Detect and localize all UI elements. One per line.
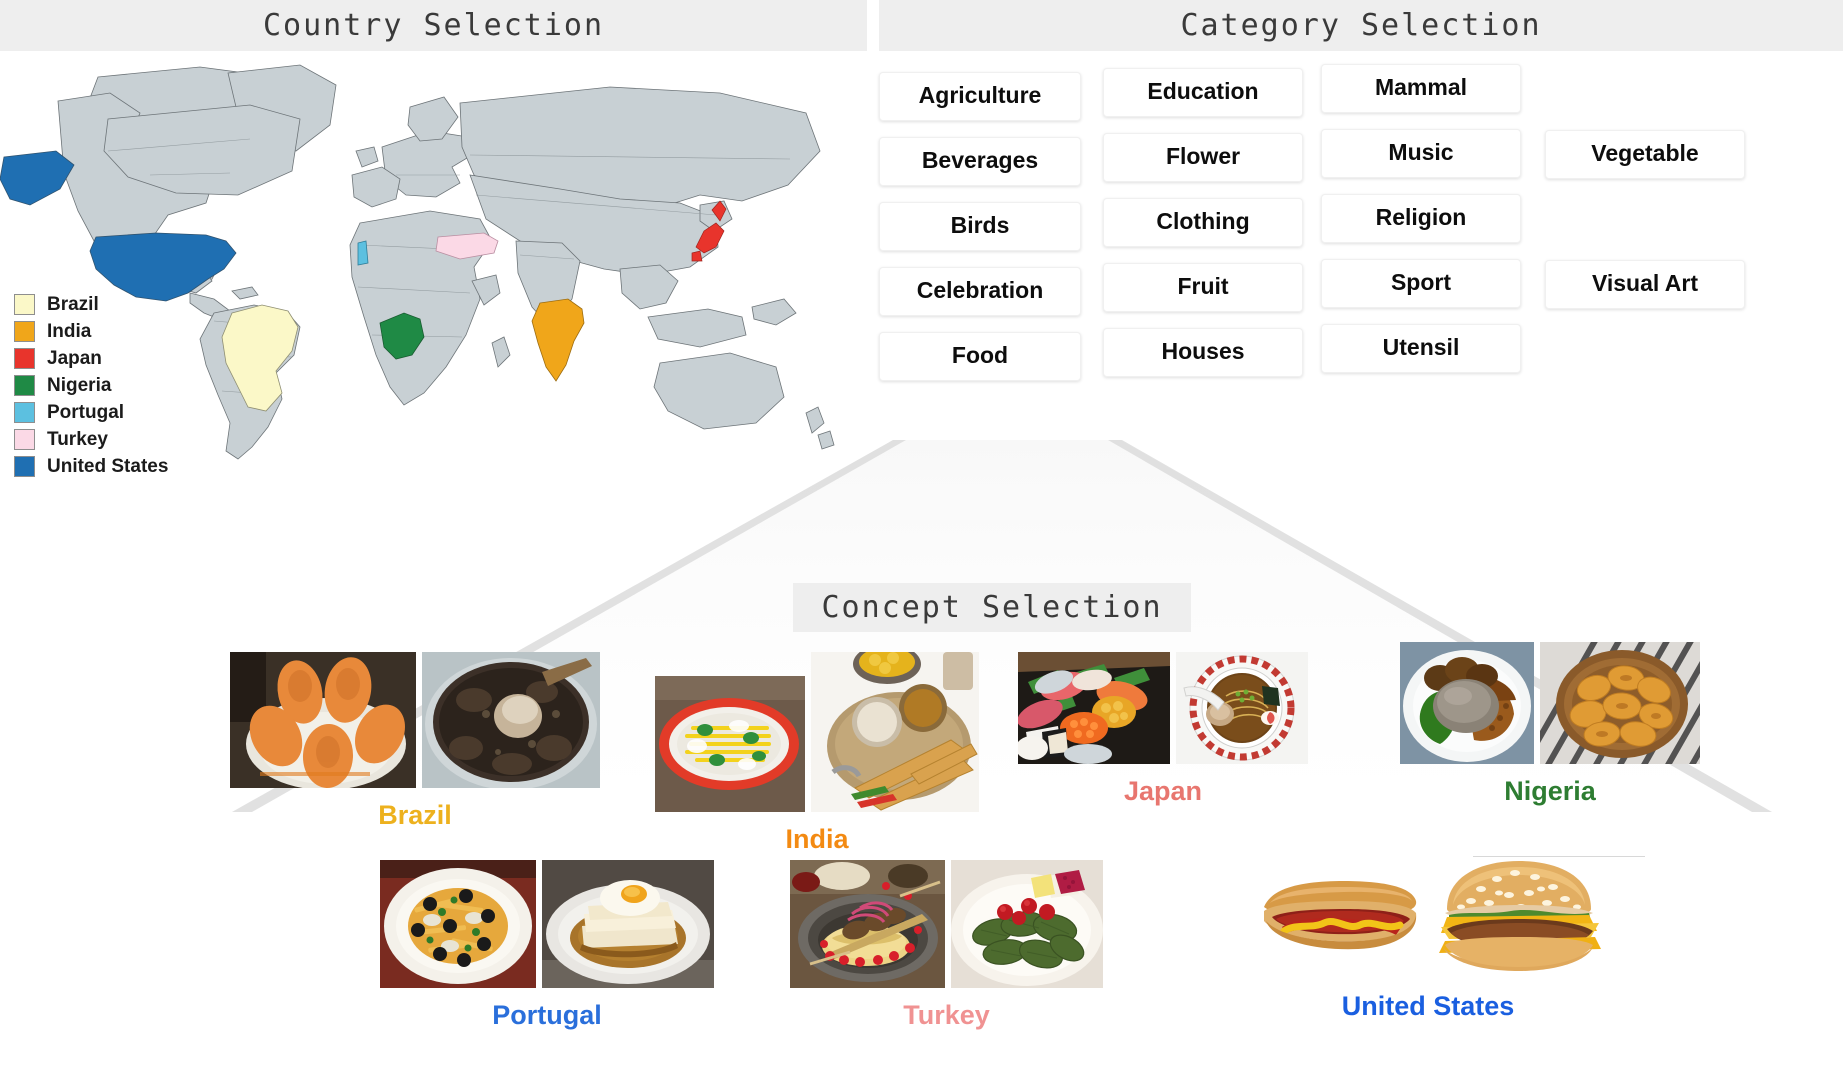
concept-image-feijoada-black-bean-stew[interactable]: [422, 652, 600, 788]
concept-label-india: India: [785, 824, 849, 854]
united-states-divider: [1473, 856, 1645, 857]
concept-group-portugal[interactable]: Portugal: [380, 860, 714, 1031]
legend-label-portugal: Portugal: [47, 401, 125, 423]
concept-image-dosa-with-chutney-sambar[interactable]: [811, 652, 979, 812]
legend-swatch-portugal: [14, 402, 35, 423]
legend-label-india: India: [47, 320, 92, 342]
concept-selection-panel[interactable]: Brazil India Japan Nigeria Portugal Turk…: [0, 630, 1843, 1088]
legend-label-united-states: United States: [47, 455, 169, 477]
concept-image-chaat-dahi-puri[interactable]: [655, 676, 805, 812]
concept-images-brazil: [230, 652, 600, 788]
concept-image-dolma-stuffed-grape-leaves[interactable]: [951, 860, 1103, 988]
legend-label-japan: Japan: [47, 347, 102, 369]
concept-selection-title: Concept Selection: [793, 583, 1191, 632]
concept-label-united-states: United States: [1341, 991, 1515, 1021]
legend-item-japan[interactable]: Japan: [14, 345, 168, 372]
concept-image-amala-ewedu-stew[interactable]: [1400, 642, 1534, 764]
legend-label-brazil: Brazil: [47, 293, 99, 315]
concept-group-united-states[interactable]: United States: [1250, 855, 1606, 1022]
legend-swatch-brazil: [14, 294, 35, 315]
legend-item-turkey[interactable]: Turkey: [14, 426, 168, 453]
legend-swatch-united-states: [14, 456, 35, 477]
legend-swatch-japan: [14, 348, 35, 369]
concept-images-portugal: [380, 860, 714, 988]
concept-label-nigeria: Nigeria: [1504, 776, 1596, 806]
concept-image-coxinha-fried-snacks[interactable]: [230, 652, 416, 788]
concept-image-bacalhau-a-bras[interactable]: [380, 860, 536, 988]
legend-swatch-turkey: [14, 429, 35, 450]
concept-group-turkey[interactable]: Turkey: [790, 860, 1103, 1031]
legend-item-brazil[interactable]: Brazil: [14, 291, 168, 318]
concept-label-brazil: Brazil: [378, 800, 452, 830]
legend-label-nigeria: Nigeria: [47, 374, 112, 396]
concept-images-nigeria: [1400, 642, 1700, 764]
concept-images-united-states: [1250, 855, 1606, 975]
legend-swatch-india: [14, 321, 35, 342]
legend-label-turkey: Turkey: [47, 428, 108, 450]
legend-item-india[interactable]: India: [14, 318, 168, 345]
concept-images-turkey: [790, 860, 1103, 988]
concept-images-india: [655, 652, 979, 812]
legend-item-portugal[interactable]: Portugal: [14, 399, 168, 426]
concept-label-portugal: Portugal: [492, 1000, 602, 1030]
concept-image-sushi-assortment[interactable]: [1018, 652, 1170, 764]
legend-item-united-states[interactable]: United States: [14, 453, 168, 480]
legend-item-nigeria[interactable]: Nigeria: [14, 372, 168, 399]
concept-label-japan: Japan: [1123, 776, 1203, 806]
concept-image-kebab-with-flatbread[interactable]: [790, 860, 945, 988]
concept-group-japan[interactable]: Japan: [1018, 652, 1308, 807]
legend-swatch-nigeria: [14, 375, 35, 396]
concept-image-hot-dog[interactable]: [1250, 855, 1425, 975]
concept-label-turkey: Turkey: [903, 1000, 990, 1030]
concept-group-nigeria[interactable]: Nigeria: [1400, 642, 1700, 807]
concept-group-brazil[interactable]: Brazil: [230, 652, 600, 831]
concept-image-fried-plantain-dodo[interactable]: [1540, 642, 1700, 764]
concept-image-ramen-bowl[interactable]: [1176, 652, 1308, 764]
concept-images-japan: [1018, 652, 1308, 764]
concept-image-cheeseburger[interactable]: [1431, 855, 1606, 975]
concept-group-india[interactable]: India: [655, 652, 979, 855]
map-legend: Brazil India Japan Nigeria Portugal Turk…: [14, 291, 168, 480]
concept-image-francesinha-sandwich[interactable]: [542, 860, 714, 988]
